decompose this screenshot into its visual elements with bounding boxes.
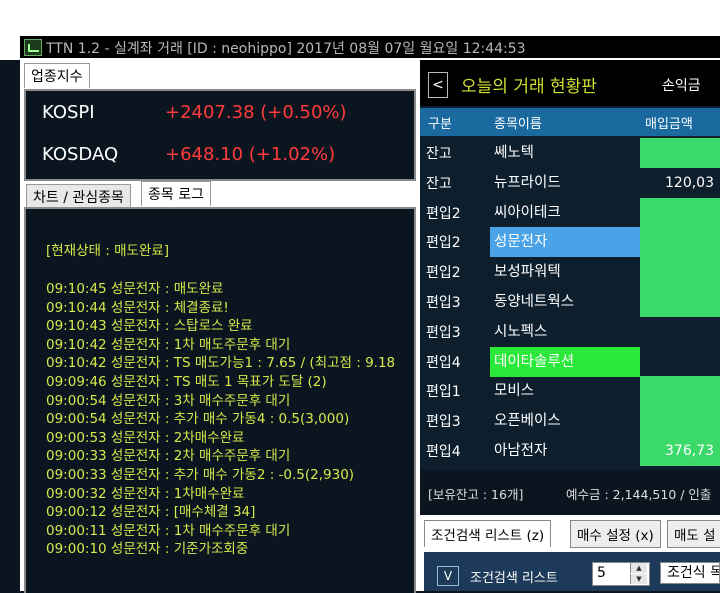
app-icon (24, 39, 42, 56)
table-row[interactable]: 편입4 아남전자 376,73 (420, 436, 720, 466)
table-row[interactable]: 편입2 성문전자 (420, 227, 720, 258)
row-amount: 120,03 (665, 174, 714, 191)
row-stock-name: 동양네트웍스 (494, 294, 575, 310)
log-line: 09:00:53 성문전자 : 2차매수완료 (46, 429, 245, 446)
condition-select[interactable]: 조건식 목 (660, 562, 720, 584)
row-kind: 편입2 (426, 265, 461, 282)
row-kind: 편입4 (426, 444, 461, 460)
row-kind: 편입3 (426, 324, 461, 341)
table-row[interactable]: 잔고 쎄노텍 (420, 138, 720, 168)
log-line: 09:10:43 성문전자 : 스탑로스 완료 (46, 318, 253, 335)
kospi-name: KOSPI (42, 102, 95, 123)
table-row[interactable]: 편입3 동양네트웍스 (420, 287, 720, 317)
table-row[interactable]: 편입3 시노펙스 (420, 317, 720, 347)
index-box: KOSPI +2407.38 (+0.50%) KOSDAQ +648.10 (… (24, 89, 416, 181)
log-line: 09:00:54 성문전자 : 추가 매수 가동4 : 0.5(3,000) (46, 411, 350, 428)
back-button[interactable]: < (428, 72, 448, 98)
row-kind: 편입4 (426, 354, 461, 371)
row-amount (640, 138, 720, 168)
log-line: 09:00:12 성문전자 : [매수체결 34] (46, 504, 256, 521)
tab-index[interactable]: 업종지수 (24, 63, 90, 88)
table-row[interactable]: 잔고 뉴프라이드 120,03 (420, 168, 720, 198)
row-stock-name: 데이타솔루션 (490, 346, 640, 377)
condition-label: 조건검색 리스트 (470, 571, 558, 586)
log-line: 09:00:10 성문전자 : 기준가조회중 (46, 541, 249, 558)
table-row[interactable]: 편입3 오픈베이스 (420, 406, 720, 437)
table-row[interactable]: 편입1 모비스 (420, 376, 720, 407)
table-row[interactable]: 편입4 데이타솔루션 (420, 346, 720, 377)
stepper-down-icon[interactable]: ▼ (630, 574, 647, 584)
row-stock-name: 쎄노텍 (494, 145, 535, 161)
row-kind: 편입2 (426, 205, 461, 222)
row-stock-name: 시노펙스 (494, 323, 548, 340)
tab-buy-settings[interactable]: 매수 설정 (x) (570, 520, 661, 548)
tab-chart-watchlist[interactable]: 차트 / 관심종목 (26, 184, 131, 209)
row-stock-name: 뉴프라이드 (494, 174, 561, 191)
row-kind: 편입3 (426, 414, 461, 431)
log-line: 09:10:42 성문전자 : 1차 매도주문후 대기 (46, 336, 291, 353)
holdings-count: [보유잔고 : 16개] (428, 487, 524, 502)
col-kind: 구분 (428, 117, 452, 132)
row-amount (640, 376, 720, 407)
row-stock-name: 씨아이테크 (494, 204, 561, 221)
log-line: 09:10:44 성문전자 : 체결종료! (46, 299, 229, 316)
condition-toggle-button[interactable]: V (437, 566, 459, 586)
log-line: 09:10:42 성문전자 : TS 매도가능1 : 7.65 / (최고점 :… (46, 355, 396, 372)
profit-label: 손익금 (662, 78, 701, 94)
row-kind: 잔고 (426, 146, 452, 162)
table-row[interactable]: 편입2 씨아이테크 (420, 197, 720, 228)
kosdaq-value: +648.10 (+1.02%) (165, 144, 336, 165)
row-amount (640, 287, 720, 317)
col-name: 종목이름 (494, 117, 542, 132)
log-status: [현재상태 : 매도완료] (46, 243, 170, 259)
row-amount (640, 406, 720, 437)
row-kind: 편입3 (426, 295, 461, 311)
log-line: 09:00:54 성문전자 : 3차 매수주문후 대기 (46, 392, 291, 409)
row-amount (640, 197, 720, 228)
kosdaq-name: KOSDAQ (42, 144, 119, 165)
window-title: TTN 1.2 - 실계좌 거래 [ID : neohippo] 2017년 0… (46, 41, 526, 57)
tab-stock-log[interactable]: 종목 로그 (141, 181, 211, 206)
log-line: 09:00:32 성문전자 : 1차매수완료 (46, 485, 245, 502)
row-amount (640, 347, 720, 377)
deposit-amount: 예수금 : 2,144,510 / 인출 (566, 487, 712, 502)
log-line: 09:00:33 성문전자 : 추가 매수 가동2 : -0.5(2,930) (46, 467, 355, 483)
log-box: [현재상태 : 매도완료] 09:10:45 성문전자 : 매도완료 09:10:… (24, 207, 416, 593)
row-kind: 편입1 (426, 384, 461, 401)
row-kind: 편입2 (426, 235, 461, 252)
row-stock-name: 오픈베이스 (494, 413, 561, 430)
row-amount (640, 227, 720, 258)
log-line: 09:00:33 성문전자 : 2차 매수주문후 대기 (46, 448, 291, 465)
title-bar: TTN 1.2 - 실계좌 거래 [ID : neohippo] 2017년 0… (0, 0, 720, 60)
stepper-up-icon[interactable]: ▲ (630, 563, 647, 573)
log-line: 09:09:46 성문전자 : TS 매도 1 목표가 도달 (2) (46, 374, 327, 390)
row-stock-name: 모비스 (494, 383, 535, 400)
table-row[interactable]: 편입2 보성파워텍 (420, 257, 720, 288)
tab-condition-list[interactable]: 조건검색 리스트 (z) (424, 520, 552, 547)
row-stock-name: 아남전자 (494, 443, 548, 459)
row-amount: 376,73 (640, 436, 720, 466)
row-amount (640, 257, 720, 288)
log-line: 09:00:11 성문전자 : 1차 매수주문후 대기 (46, 522, 291, 539)
row-stock-name: 성문전자 (490, 227, 640, 258)
trade-board-title: 오늘의 거래 현황판 (461, 77, 597, 97)
kospi-value: +2407.38 (+0.50%) (165, 102, 347, 123)
log-line: 09:10:45 성문전자 : 매도완료 (46, 281, 224, 297)
row-stock-name: 보성파워텍 (494, 264, 561, 281)
tab-sell-settings[interactable]: 매도 설 (667, 520, 720, 548)
count-value: 5 (597, 565, 606, 581)
row-amount (640, 317, 720, 347)
col-amount: 매입금액 (645, 117, 693, 132)
row-kind: 잔고 (426, 175, 452, 192)
